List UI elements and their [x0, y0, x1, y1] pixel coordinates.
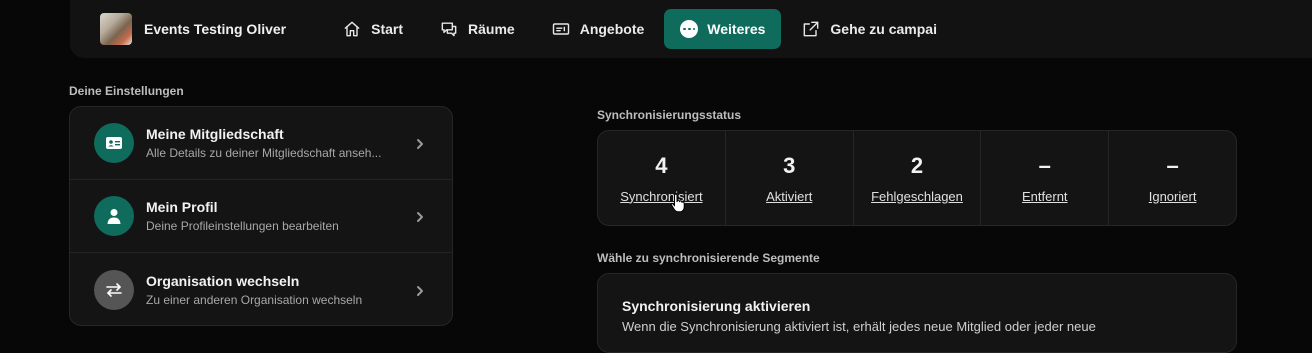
setting-membership-desc: Alle Details zu deiner Mitgliedschaft an… — [146, 146, 382, 160]
settings-list: Meine Mitgliedschaft Alle Details zu dei… — [69, 106, 453, 326]
more-dots-icon — [680, 20, 699, 38]
home-icon — [344, 21, 360, 37]
nav-angebote-label: Angebote — [579, 21, 645, 37]
nav-start[interactable]: Start — [326, 9, 419, 49]
sync-status-heading: Synchronisierungsstatus — [597, 108, 742, 122]
stat-synchronisiert: 4 Synchronisiert — [598, 131, 726, 225]
stat-synchronisiert-link[interactable]: Synchronisiert — [620, 189, 702, 204]
nav-gehe-zu-campai-label: Gehe zu campai — [830, 21, 937, 37]
ticket-icon — [552, 23, 569, 35]
setting-switch-organization[interactable]: Organisation wechseln Zu einer anderen O… — [70, 253, 452, 325]
stat-aktiviert: 3 Aktiviert — [726, 131, 854, 225]
chevron-right-icon — [414, 137, 426, 149]
stat-entfernt: – Entfernt — [981, 131, 1110, 225]
stat-ignoriert: – Ignoriert — [1109, 131, 1236, 225]
setting-membership-title: Meine Mitgliedschaft — [146, 126, 284, 142]
sync-activation-title: Synchronisierung aktivieren — [622, 298, 811, 314]
organization-avatar — [100, 13, 132, 45]
stat-fehlgeschlagen-value: 2 — [910, 152, 924, 178]
stat-synchronisiert-value: 4 — [655, 152, 668, 178]
stat-aktiviert-value: 3 — [783, 152, 796, 178]
setting-switch-organization-desc: Zu einer anderen Organisation wechseln — [146, 292, 363, 307]
stat-fehlgeschlagen-link[interactable]: Fehlgeschlagen — [871, 189, 963, 204]
setting-profile-title: Mein Profil — [146, 199, 218, 215]
nav-angebote[interactable]: Angebote — [535, 9, 661, 49]
segments-heading: Wähle zu synchronisierende Segmente — [597, 251, 820, 265]
chat-icon — [441, 22, 457, 37]
sync-activation-card: Synchronisierung aktivieren Wenn die Syn… — [597, 273, 1237, 353]
stat-ignoriert-value: – — [1166, 152, 1179, 178]
stat-ignoriert-link[interactable]: Ignoriert — [1149, 189, 1197, 204]
nav-raeume[interactable]: Räume — [423, 9, 531, 49]
id-card-icon — [94, 123, 134, 163]
setting-profile[interactable]: Mein Profil Deine Profileinstellungen be… — [70, 180, 452, 253]
organization-name: Events Testing Oliver — [144, 21, 287, 37]
nav-weiteres[interactable]: Weiteres — [664, 9, 782, 49]
chevron-right-icon — [414, 284, 426, 296]
setting-profile-desc: Deine Profileinstellungen bearbeiten — [146, 219, 339, 233]
sync-activation-description: Wenn die Synchronisierung aktiviert ist,… — [622, 319, 1096, 334]
hand-pointer-icon — [670, 193, 685, 213]
setting-membership[interactable]: Meine Mitgliedschaft Alle Details zu dei… — [70, 107, 452, 180]
stat-aktiviert-link[interactable]: Aktiviert — [766, 189, 812, 204]
top-navigation-bar: Events Testing Oliver Start Räume Angebo… — [70, 0, 1312, 58]
stat-entfernt-value: – — [1038, 152, 1051, 178]
stat-entfernt-link[interactable]: Entfernt — [1022, 189, 1068, 204]
chevron-right-icon — [414, 210, 426, 222]
settings-heading: Deine Einstellungen — [69, 84, 184, 98]
nav-start-label: Start — [371, 21, 404, 37]
sync-status-stats: 4 Synchronisiert 3 Aktiviert 2 Fehlgesch… — [597, 130, 1237, 226]
switch-arrows-icon — [94, 269, 134, 310]
nav-gehe-zu-campai[interactable]: Gehe zu campai — [785, 9, 953, 49]
external-link-icon — [804, 21, 819, 37]
nav-weiteres-label: Weiteres — [707, 21, 766, 37]
organization-switcher[interactable]: Events Testing Oliver — [100, 13, 286, 45]
nav-raeume-label: Räume — [468, 21, 515, 37]
stat-fehlgeschlagen: 2 Fehlgeschlagen — [854, 131, 982, 225]
setting-switch-organization-title: Organisation wechseln — [146, 272, 300, 289]
user-icon — [94, 196, 134, 236]
